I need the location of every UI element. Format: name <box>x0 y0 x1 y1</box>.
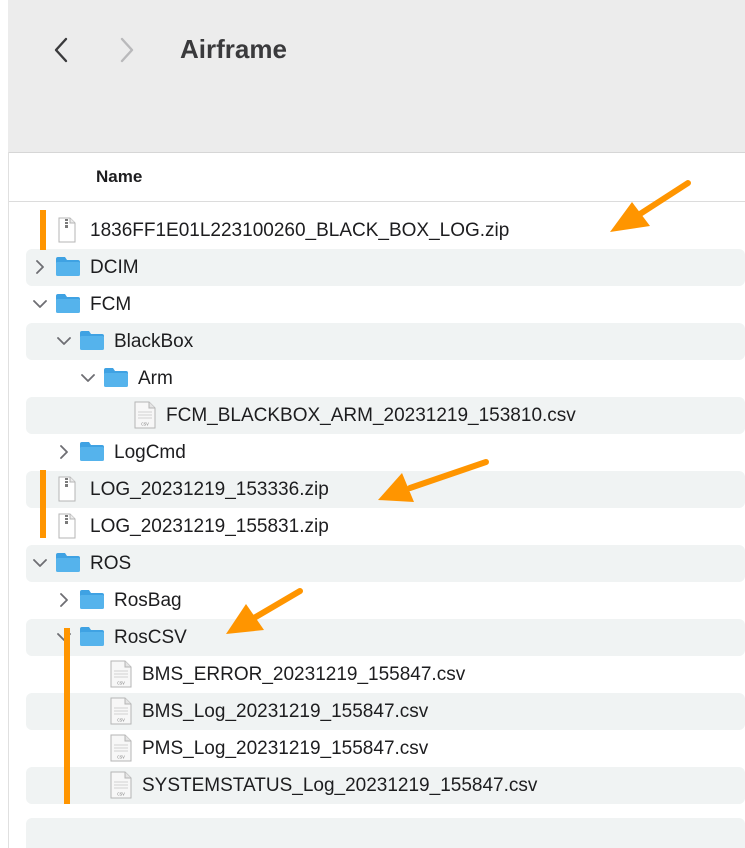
list-row-folder[interactable]: DCIM <box>26 249 745 286</box>
row-icon <box>54 291 82 320</box>
list-row-zip[interactable]: LOG_20231219_155831.zip <box>26 508 745 545</box>
chevron-right-icon <box>36 260 44 274</box>
disclosure-triangle[interactable] <box>56 443 72 461</box>
row-name: FCM <box>90 294 132 315</box>
svg-text:csv: csv <box>117 792 125 798</box>
chevron-right-icon <box>60 445 68 459</box>
list-row-folder[interactable]: LogCmd <box>26 434 745 471</box>
folder-icon <box>56 294 80 313</box>
column-header: Name <box>9 153 745 202</box>
list-row-folder[interactable]: RosBag <box>26 582 745 619</box>
list-row-zip[interactable]: LOG_20231219_153336.zip <box>26 471 745 508</box>
chevron-left-icon <box>54 37 68 63</box>
row-icon <box>78 587 106 616</box>
folder-icon <box>56 257 80 276</box>
row-name: BMS_Log_20231219_155847.csv <box>142 701 429 722</box>
row-name: RosCSV <box>114 627 187 648</box>
disclosure-triangle[interactable] <box>32 258 48 276</box>
disclosure-triangle[interactable] <box>56 332 72 350</box>
csv-file-icon: csv <box>110 734 132 762</box>
csv-file-icon: csv <box>134 401 156 429</box>
row-icon: csv <box>108 660 134 693</box>
column-header-name[interactable]: Name <box>96 167 142 187</box>
list-row-csv[interactable]: csv BMS_Log_20231219_155847.csv <box>26 693 745 730</box>
row-name: Arm <box>138 368 173 389</box>
row-name: RosBag <box>114 590 182 611</box>
row-name: FCM_BLACKBOX_ARM_20231219_153810.csv <box>166 405 576 426</box>
csv-file-icon: csv <box>110 697 132 725</box>
list-row-folder[interactable]: ROS <box>26 545 745 582</box>
list-row-csv[interactable]: csv SYSTEMSTATUS_Log_20231219_155847.csv <box>26 767 745 804</box>
disclosure-triangle[interactable] <box>32 554 48 572</box>
chevron-right-icon <box>60 593 68 607</box>
svg-text:csv: csv <box>141 422 149 428</box>
disclosure-triangle[interactable] <box>80 369 96 387</box>
csv-file-icon: csv <box>110 771 132 799</box>
row-icon: csv <box>108 734 134 767</box>
list-row-csv[interactable]: csv FCM_BLACKBOX_ARM_20231219_153810.csv <box>26 397 745 434</box>
file-list: 1836FF1E01L223100260_BLACK_BOX_LOG.zip D… <box>26 212 745 804</box>
chevron-down-icon <box>57 337 71 345</box>
row-icon <box>78 439 106 468</box>
list-row-csv[interactable]: csv BMS_ERROR_20231219_155847.csv <box>26 656 745 693</box>
row-icon: csv <box>108 771 134 804</box>
folder-icon <box>80 590 104 609</box>
row-name: SYSTEMSTATUS_Log_20231219_155847.csv <box>142 775 538 796</box>
row-name: LOG_20231219_155831.zip <box>90 516 329 537</box>
chevron-right-icon <box>120 37 134 63</box>
list-row-folder[interactable]: RosCSV <box>26 619 745 656</box>
folder-icon <box>104 368 128 387</box>
folder-icon <box>80 331 104 350</box>
list-row-folder[interactable]: BlackBox <box>26 323 745 360</box>
chevron-down-icon <box>57 633 71 641</box>
disclosure-triangle[interactable] <box>56 591 72 609</box>
list-row-zip[interactable]: 1836FF1E01L223100260_BLACK_BOX_LOG.zip <box>26 212 745 249</box>
row-name: ROS <box>90 553 132 574</box>
back-button[interactable] <box>46 32 76 68</box>
row-icon <box>78 624 106 653</box>
row-name: PMS_Log_20231219_155847.csv <box>142 738 429 759</box>
chevron-down-icon <box>81 374 95 382</box>
row-name: DCIM <box>90 257 139 278</box>
row-name: LogCmd <box>114 442 186 463</box>
zip-archive-icon <box>58 513 76 539</box>
list-row-folder[interactable]: Arm <box>26 360 745 397</box>
row-icon <box>56 476 78 507</box>
folder-icon <box>56 553 80 572</box>
disclosure-triangle[interactable] <box>56 628 72 646</box>
row-name: BMS_ERROR_20231219_155847.csv <box>142 664 466 685</box>
row-icon <box>54 550 82 579</box>
svg-text:csv: csv <box>117 681 125 687</box>
list-row-folder[interactable]: FCM <box>26 286 745 323</box>
folder-icon <box>80 627 104 646</box>
forward-button[interactable] <box>112 32 142 68</box>
svg-text:csv: csv <box>117 718 125 724</box>
row-icon: csv <box>132 401 158 434</box>
window-title: Airframe <box>180 34 287 64</box>
disclosure-triangle[interactable] <box>32 295 48 313</box>
row-icon <box>56 217 78 248</box>
row-icon <box>102 365 130 394</box>
folder-icon <box>80 442 104 461</box>
chevron-down-icon <box>33 300 47 308</box>
list-row-csv[interactable]: csv PMS_Log_20231219_155847.csv <box>26 730 745 767</box>
zip-archive-icon <box>58 476 76 502</box>
window-left-edge <box>8 152 9 848</box>
row-name: LOG_20231219_153336.zip <box>90 479 329 500</box>
csv-file-icon: csv <box>110 660 132 688</box>
row-icon <box>56 513 78 544</box>
chevron-down-icon <box>33 559 47 567</box>
finder-toolbar: Airframe <box>8 0 745 153</box>
row-icon: csv <box>108 697 134 730</box>
row-name: BlackBox <box>114 331 194 352</box>
svg-text:csv: csv <box>117 755 125 761</box>
row-name: 1836FF1E01L223100260_BLACK_BOX_LOG.zip <box>90 220 510 241</box>
row-icon <box>54 254 82 283</box>
empty-row-stripe <box>26 818 745 848</box>
zip-archive-icon <box>58 217 76 243</box>
row-icon <box>78 328 106 357</box>
